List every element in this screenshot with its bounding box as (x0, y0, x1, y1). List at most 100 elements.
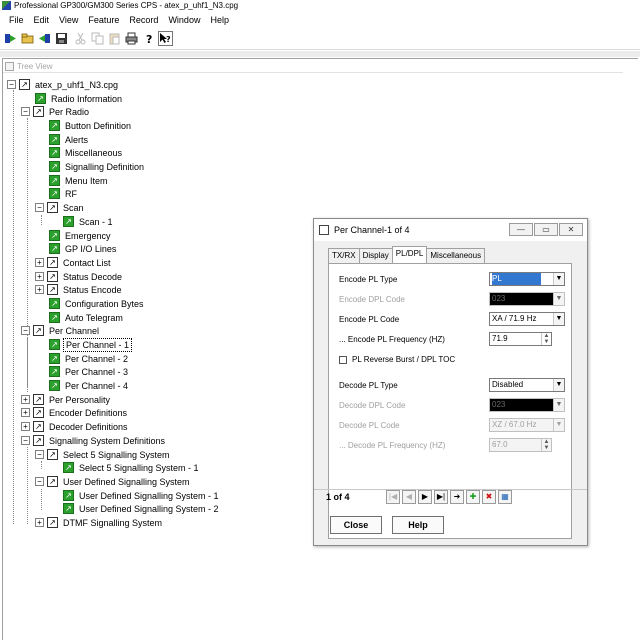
collapse-icon[interactable]: − (35, 203, 44, 212)
menu-record[interactable]: Record (124, 15, 163, 25)
tree-node-signalling-definition[interactable]: ↗ Signalling Definition (49, 160, 146, 173)
encode-pl-type-select[interactable]: PL ▼ (489, 272, 565, 286)
goto-record-icon[interactable]: ➜ (450, 490, 464, 504)
encode-pl-frequency-stepper[interactable]: 71.9 ▲ ▼ (489, 332, 552, 346)
tree-node-contact-list[interactable]: + ↗ Contact List (35, 256, 113, 269)
minimize-button[interactable]: — (509, 223, 533, 236)
tree-node-select-5-signalling-system[interactable]: − ↗ Select 5 Signalling System (35, 448, 172, 461)
tree-node-miscellaneous[interactable]: ↗ Miscellaneous (49, 146, 124, 159)
dropdown-arrow-icon[interactable]: ▼ (553, 273, 564, 285)
tree-node-encoder-definitions[interactable]: + ↗ Encoder Definitions (21, 406, 129, 419)
tree-node-user-defined-signalling-system-1[interactable]: ↗ User Defined Signalling System - 1 (63, 489, 221, 502)
tree-node-per-radio[interactable]: − ↗ Per Radio (21, 105, 91, 118)
collapse-icon[interactable]: − (21, 436, 30, 445)
decode-pl-frequency-stepper[interactable]: 67.0 ▲ ▼ (489, 438, 552, 452)
menu-help[interactable]: Help (205, 15, 234, 25)
decode-pl-type-select[interactable]: Disabled ▼ (489, 378, 565, 392)
dropdown-arrow-icon[interactable]: ▼ (553, 379, 564, 391)
tree-node-rf[interactable]: ↗ RF (49, 187, 79, 200)
decode-pl-code-select[interactable]: XZ / 67.0 Hz ▼ (489, 418, 565, 432)
collapse-icon[interactable]: − (7, 80, 16, 89)
menu-window[interactable]: Window (163, 15, 205, 25)
table-view-icon[interactable]: ▦ (498, 490, 512, 504)
cut-icon[interactable] (73, 31, 88, 46)
menu-edit[interactable]: Edit (29, 15, 55, 25)
tree-root[interactable]: − ↗ atex_p_uhf1_N3.cpg (7, 78, 120, 91)
collapse-icon[interactable]: − (21, 326, 30, 335)
close-window-button[interactable]: ✕ (559, 223, 583, 236)
stepper-arrows-icon[interactable]: ▲ ▼ (541, 333, 551, 345)
tree-node-status-decode[interactable]: + ↗ Status Decode (35, 270, 124, 283)
tree-node-user-defined-signalling-system-2[interactable]: ↗ User Defined Signalling System - 2 (63, 502, 221, 515)
next-record-icon[interactable]: ▶ (418, 490, 432, 504)
copy-icon[interactable] (90, 31, 105, 46)
help-button[interactable]: Help (392, 516, 444, 534)
tree-node-status-encode[interactable]: + ↗ Status Encode (35, 283, 124, 296)
maximize-button[interactable]: ▭ (534, 223, 558, 236)
tree-node-per-personality[interactable]: + ↗ Per Personality (21, 393, 112, 406)
save-icon[interactable] (54, 31, 69, 46)
pl-reverse-burst-checkbox[interactable] (339, 356, 347, 364)
tree-node-per-channel-1[interactable]: ↗ Per Channel - 1 (49, 337, 133, 352)
tree-node-alerts[interactable]: ↗ Alerts (49, 133, 90, 146)
tab-miscellaneous[interactable]: Miscellaneous (426, 248, 486, 263)
first-record-icon[interactable]: |◀ (386, 490, 400, 504)
menu-feature[interactable]: Feature (83, 15, 124, 25)
toolbar-separator (0, 51, 640, 57)
tree-node-per-channel[interactable]: − ↗ Per Channel (21, 324, 101, 337)
expand-icon[interactable]: + (21, 408, 30, 417)
previous-record-icon[interactable]: ◀ (402, 490, 416, 504)
open-icon[interactable] (20, 31, 35, 46)
tab-display[interactable]: Display (358, 248, 393, 263)
tree-node-button-definition[interactable]: ↗ Button Definition (49, 119, 133, 132)
paste-icon[interactable] (107, 31, 122, 46)
stepper-arrows-icon[interactable]: ▲ ▼ (541, 439, 551, 451)
expand-icon[interactable]: + (21, 395, 30, 404)
dropdown-arrow-icon[interactable]: ▼ (553, 399, 564, 411)
tree-node-per-channel-3[interactable]: ↗ Per Channel - 3 (49, 365, 130, 378)
menu-view[interactable]: View (54, 15, 83, 25)
collapse-icon[interactable]: − (35, 450, 44, 459)
tree-node-scan[interactable]: − ↗ Scan (35, 201, 86, 214)
tree-node-gp-io-lines[interactable]: ↗ GP I/O Lines (49, 242, 118, 255)
dropdown-arrow-icon[interactable]: ▼ (553, 419, 564, 431)
expand-icon[interactable]: + (35, 272, 44, 281)
write-radio-icon[interactable] (37, 31, 52, 46)
encode-dpl-code-select[interactable]: 023 ▼ (489, 292, 565, 306)
print-icon[interactable] (124, 31, 139, 46)
collapse-icon[interactable]: − (21, 107, 30, 116)
tree-node-menu-item[interactable]: ↗ Menu Item (49, 174, 110, 187)
expand-icon[interactable]: + (35, 518, 44, 527)
close-button[interactable]: Close (330, 516, 382, 534)
tree-node-decoder-definitions[interactable]: + ↗ Decoder Definitions (21, 420, 130, 433)
read-radio-icon[interactable] (3, 31, 18, 46)
delete-record-icon[interactable]: ✖ (482, 490, 496, 504)
tree-node-signalling-system-definitions[interactable]: − ↗ Signalling System Definitions (21, 434, 167, 447)
tree-node-radio-information[interactable]: ↗ Radio Information (35, 92, 124, 105)
dropdown-arrow-icon[interactable]: ▼ (553, 313, 564, 325)
tree-node-user-defined-signalling-system[interactable]: − ↗ User Defined Signalling System (35, 475, 192, 488)
context-help-icon[interactable]: ? (158, 31, 173, 46)
tree-node-per-channel-2[interactable]: ↗ Per Channel - 2 (49, 352, 130, 365)
menu-file[interactable]: File (4, 15, 29, 25)
expand-icon[interactable]: + (35, 285, 44, 294)
tree-line (41, 489, 42, 510)
last-record-icon[interactable]: ▶| (434, 490, 448, 504)
encode-pl-code-select[interactable]: XA / 71.9 Hz ▼ (489, 312, 565, 326)
collapse-icon[interactable]: − (35, 477, 44, 486)
tree-node-per-channel-4[interactable]: ↗ Per Channel - 4 (49, 379, 130, 392)
dropdown-arrow-icon[interactable]: ▼ (553, 293, 564, 305)
tree-node-auto-telegram[interactable]: ↗ Auto Telegram (49, 311, 125, 324)
expand-icon[interactable]: + (21, 422, 30, 431)
help-icon[interactable]: ? (141, 31, 156, 46)
decode-dpl-code-select[interactable]: 023 ▼ (489, 398, 565, 412)
tree-node-select-5-signalling-system-1[interactable]: ↗ Select 5 Signalling System - 1 (63, 461, 201, 474)
tab-pl-dpl[interactable]: PL/DPL (391, 246, 428, 263)
tree-node-dtmf-signalling-system[interactable]: + ↗ DTMF Signalling System (35, 516, 164, 529)
tree-node-emergency[interactable]: ↗ Emergency (49, 229, 113, 242)
expand-icon[interactable]: + (35, 258, 44, 267)
tree-node-configuration-bytes[interactable]: ↗ Configuration Bytes (49, 297, 146, 310)
add-record-icon[interactable]: ✚ (466, 490, 480, 504)
tab-tx-rx[interactable]: TX/RX (328, 248, 360, 263)
tree-node-scan-1[interactable]: ↗ Scan - 1 (63, 215, 115, 228)
